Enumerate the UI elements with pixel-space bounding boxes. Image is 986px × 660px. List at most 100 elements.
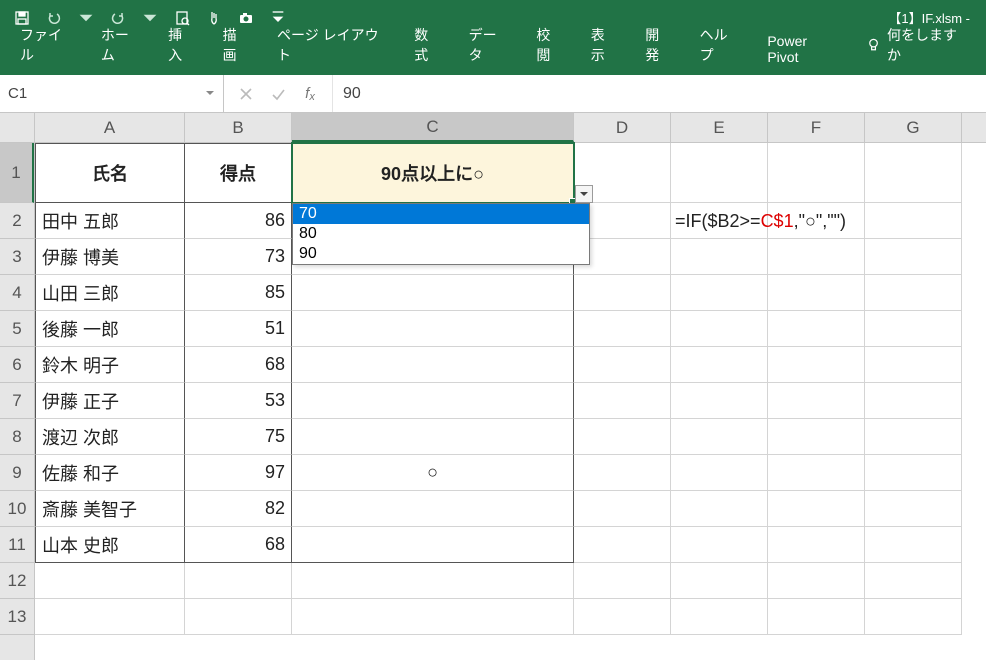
cell-mark-6[interactable] [292,347,574,383]
cell-mark-7[interactable] [292,383,574,419]
row-header-13[interactable]: 13 [0,599,34,635]
cell-G2[interactable] [865,203,962,239]
cell-mark-5[interactable] [292,311,574,347]
cell-mark-9[interactable]: ○ [292,455,574,491]
cell-F12[interactable] [768,563,865,599]
tab-help[interactable]: ヘルプ [686,15,754,75]
cell-score-11[interactable]: 68 [185,527,292,563]
cell-F8[interactable] [768,419,865,455]
col-header-a[interactable]: A [35,113,185,142]
cell-C13[interactable] [292,599,574,635]
cell-E13[interactable] [671,599,768,635]
cell-F9[interactable] [768,455,865,491]
tab-home[interactable]: ホーム [87,15,154,75]
cell-B13[interactable] [185,599,292,635]
cell-E3[interactable] [671,239,768,275]
validation-dropdown-button[interactable] [575,185,593,203]
cell-D10[interactable] [574,491,671,527]
tab-review[interactable]: 校閲 [522,15,576,75]
dropdown-option-80[interactable]: 80 [293,224,589,244]
cell-G5[interactable] [865,311,962,347]
cell-E5[interactable] [671,311,768,347]
row-header-12[interactable]: 12 [0,563,34,599]
cancel-button[interactable] [232,80,260,108]
cell-G8[interactable] [865,419,962,455]
cell-D8[interactable] [574,419,671,455]
tab-view[interactable]: 表示 [577,15,631,75]
tab-data[interactable]: データ [455,15,523,75]
tab-draw[interactable]: 描画 [209,15,263,75]
cell-F11[interactable] [768,527,865,563]
cell-E4[interactable] [671,275,768,311]
cell-mark-10[interactable] [292,491,574,527]
header-name[interactable]: 氏名 [35,143,185,203]
col-header-f[interactable]: F [768,113,865,142]
cell-E10[interactable] [671,491,768,527]
cell-F13[interactable] [768,599,865,635]
tab-file[interactable]: ファイル [6,15,87,75]
cell-score-6[interactable]: 68 [185,347,292,383]
cell-score-7[interactable]: 53 [185,383,292,419]
insert-function-button[interactable]: fx [296,80,324,108]
name-box[interactable]: C1 [0,75,224,112]
cell-name-3[interactable]: 伊藤 博美 [35,239,185,275]
cell-G13[interactable] [865,599,962,635]
cell-E7[interactable] [671,383,768,419]
cell-F7[interactable] [768,383,865,419]
cell-name-2[interactable]: 田中 五郎 [35,203,185,239]
header-mark[interactable]: 90点以上に○ [292,143,574,203]
cell-score-5[interactable]: 51 [185,311,292,347]
enter-button[interactable] [264,80,292,108]
cell-score-2[interactable]: 86 [185,203,292,239]
cell-name-5[interactable]: 後藤 一郎 [35,311,185,347]
cell-E6[interactable] [671,347,768,383]
cell-mark-4[interactable] [292,275,574,311]
col-header-e[interactable]: E [671,113,768,142]
cell-D4[interactable] [574,275,671,311]
formula-input[interactable]: 90 [333,85,986,103]
tab-power-pivot[interactable]: Power Pivot [753,23,852,75]
cell-score-3[interactable]: 73 [185,239,292,275]
cell-name-11[interactable]: 山本 史郎 [35,527,185,563]
cell-D13[interactable] [574,599,671,635]
cell-D5[interactable] [574,311,671,347]
col-header-g[interactable]: G [865,113,962,142]
cell-E8[interactable] [671,419,768,455]
cell-F6[interactable] [768,347,865,383]
cell-name-4[interactable]: 山田 三郎 [35,275,185,311]
name-box-dropdown-icon[interactable] [205,85,215,102]
cell-F1[interactable] [768,143,865,203]
cell-A13[interactable] [35,599,185,635]
cell-score-9[interactable]: 97 [185,455,292,491]
select-all-corner[interactable] [0,113,35,143]
validation-dropdown-list[interactable]: 708090 [292,203,590,265]
cell-A12[interactable] [35,563,185,599]
col-header-b[interactable]: B [185,113,292,142]
row-header-1[interactable]: 1 [0,143,34,203]
cell-D12[interactable] [574,563,671,599]
cell-G7[interactable] [865,383,962,419]
row-header-2[interactable]: 2 [0,203,34,239]
cell-mark-11[interactable] [292,527,574,563]
cell-E1[interactable] [671,143,768,203]
row-header-7[interactable]: 7 [0,383,34,419]
row-header-11[interactable]: 11 [0,527,34,563]
cell-C12[interactable] [292,563,574,599]
cell-name-10[interactable]: 斎藤 美智子 [35,491,185,527]
cell-D7[interactable] [574,383,671,419]
cell-G12[interactable] [865,563,962,599]
tell-me-search[interactable]: 何をしますか [852,15,980,75]
row-header-3[interactable]: 3 [0,239,34,275]
cell-name-6[interactable]: 鈴木 明子 [35,347,185,383]
row-header-4[interactable]: 4 [0,275,34,311]
cell-G4[interactable] [865,275,962,311]
cell-F3[interactable] [768,239,865,275]
row-header-9[interactable]: 9 [0,455,34,491]
cell-G9[interactable] [865,455,962,491]
dropdown-option-70[interactable]: 70 [293,204,589,224]
row-header-10[interactable]: 10 [0,491,34,527]
row-header-5[interactable]: 5 [0,311,34,347]
cell-score-8[interactable]: 75 [185,419,292,455]
tab-insert[interactable]: 挿入 [154,15,208,75]
row-header-8[interactable]: 8 [0,419,34,455]
